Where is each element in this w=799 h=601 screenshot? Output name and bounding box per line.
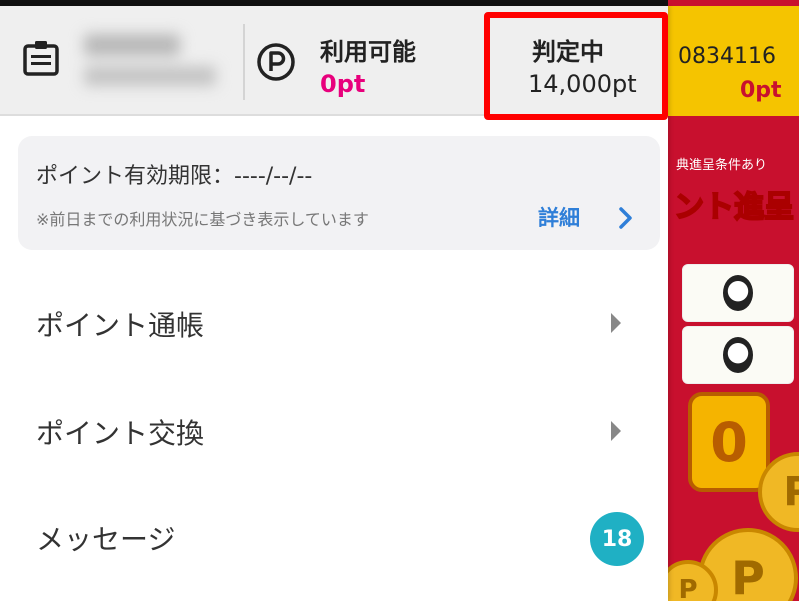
menu-item-point-exchange[interactable]: ポイント交換: [0, 380, 668, 480]
blurred-user-name: [84, 30, 234, 92]
menu-item-label: メッセージ: [36, 523, 176, 556]
usable-points-value: 0pt: [320, 70, 366, 98]
panda-icon: [723, 275, 753, 311]
background-member-number: 0834116: [678, 44, 776, 69]
panda-icon: [723, 337, 753, 373]
member-card-icon[interactable]: [22, 40, 60, 76]
chevron-right-icon[interactable]: [618, 206, 634, 230]
pending-points-label: 判定中: [532, 38, 604, 66]
pending-points-highlight: 判定中 14,000pt: [484, 12, 668, 120]
pending-points-value: 14,000pt: [528, 70, 637, 98]
background-points: 0pt: [740, 78, 782, 103]
detail-link[interactable]: 詳細: [538, 202, 580, 232]
navigation-drawer: 利用可能 0pt 判定中 14,000pt ポイント有効期限：----/--/-…: [0, 6, 668, 601]
header-divider: [243, 24, 245, 100]
background-zero-counter: 0: [688, 392, 770, 492]
background-card-image: [682, 326, 794, 384]
background-condition-text: 典進呈条件あり: [676, 158, 768, 173]
menu-item-point-passbook[interactable]: ポイント通帳: [0, 272, 668, 372]
point-expiry-note: ※前日までの利用状況に基づき表示しています: [36, 210, 369, 229]
background-app[interactable]: 0834116 0pt 典進呈条件あり ント進呈 0 P P P: [668, 0, 799, 601]
point-expiry-title: ポイント有効期限：----/--/--: [36, 164, 313, 189]
point-p-icon: [256, 42, 296, 82]
triangle-right-icon: [610, 312, 622, 334]
menu-item-label: ポイント通帳: [36, 309, 205, 342]
triangle-right-icon: [610, 420, 622, 442]
menu-item-label: ポイント交換: [36, 417, 205, 450]
point-expiry-card[interactable]: ポイント有効期限：----/--/-- ※前日までの利用状況に基づき表示していま…: [18, 136, 660, 250]
menu-item-messages[interactable]: メッセージ 18: [0, 486, 668, 586]
background-points-header: 0834116 0pt: [668, 6, 799, 116]
background-card-image: [682, 264, 794, 322]
unread-count-badge: 18: [590, 512, 644, 566]
background-banner-text: ント進呈: [673, 189, 795, 226]
usable-points-label: 利用可能: [320, 38, 416, 66]
